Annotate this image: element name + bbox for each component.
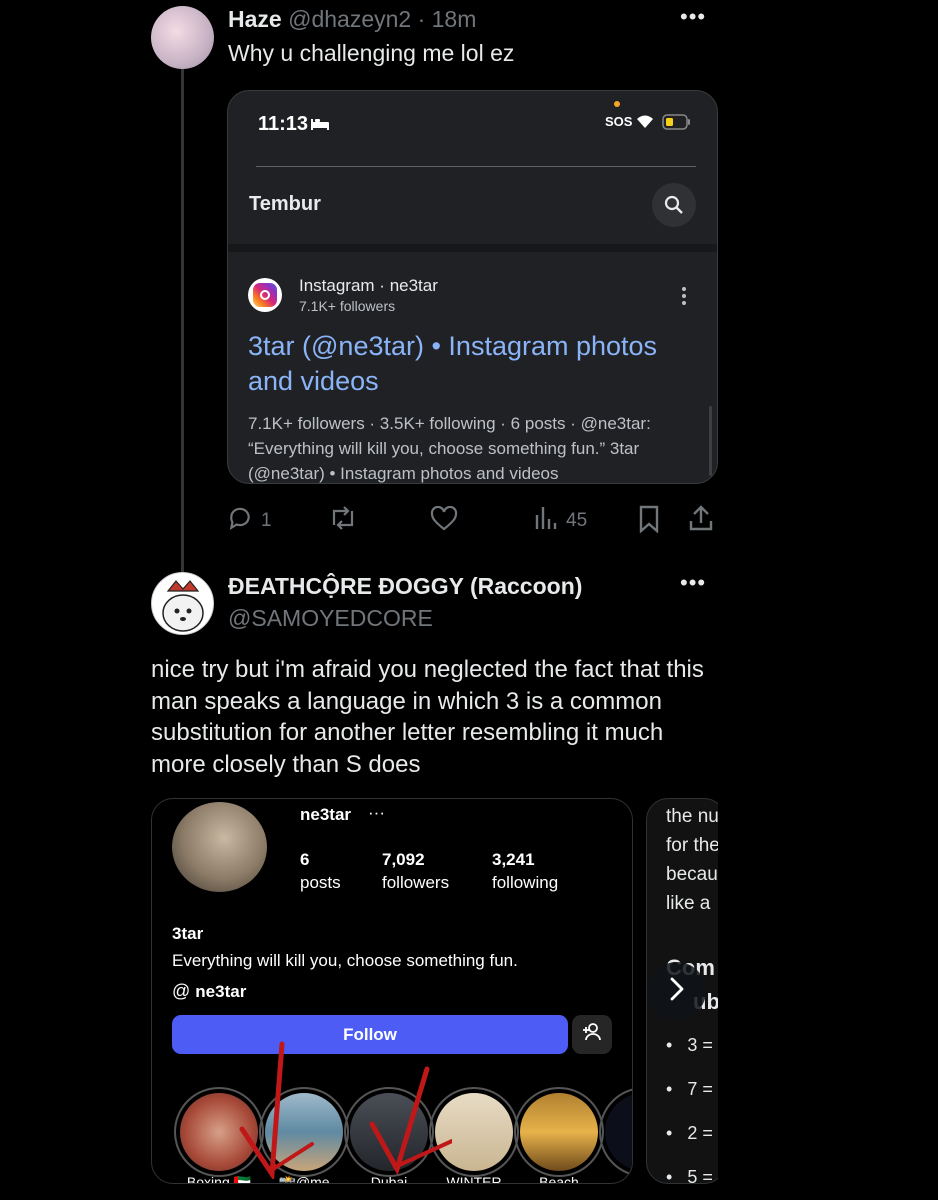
profile-more-icon[interactable]: ··· <box>368 803 385 823</box>
tweet-text: Why u challenging me lol ez <box>228 40 515 66</box>
side-text-line: like a <box>666 893 711 914</box>
posts-count: 6 <box>300 850 310 869</box>
side-bullet: • 2 = <box>666 1123 713 1143</box>
profile-username: ne3tar <box>300 805 352 824</box>
views-button[interactable]: 45 <box>534 505 587 536</box>
status-time: 11:13 <box>258 113 309 135</box>
retweet-icon <box>328 506 358 535</box>
instagram-profile-image[interactable]: ne3tar ··· 6 posts 7,092 followers 3,241… <box>151 798 633 1184</box>
following-count: 3,241 <box>492 850 535 869</box>
profile-picture <box>172 802 267 892</box>
threads-handle: ne3tar <box>195 981 247 1001</box>
posts-label: posts <box>300 873 341 892</box>
followers-count: 7,092 <box>382 850 425 869</box>
tweet-time[interactable]: · 18m <box>418 6 477 32</box>
display-name: 3tar <box>172 924 204 943</box>
heart-icon <box>430 505 458 535</box>
more-options-icon[interactable]: ••• <box>680 4 706 30</box>
threads-icon: @ <box>172 981 191 1001</box>
threads-link[interactable]: @ ne3tar <box>172 981 246 1002</box>
share-button[interactable] <box>688 504 714 537</box>
result-followers: 7.1K+ followers <box>299 298 396 314</box>
author-handle[interactable]: @dhazeyn2 <box>288 6 411 32</box>
author-handle[interactable]: @SAMOYEDCORE <box>228 605 433 632</box>
section-divider <box>228 244 717 252</box>
side-bullet: • 3 = <box>666 1035 713 1055</box>
search-query: Tembur <box>249 193 321 215</box>
author-name[interactable]: Haze <box>228 6 282 32</box>
side-text-line: the nu <box>666 806 719 827</box>
battery-icon <box>662 114 692 135</box>
bed-icon <box>310 117 330 136</box>
add-user-button[interactable] <box>572 1015 612 1054</box>
chevron-right-icon <box>669 977 685 1006</box>
followers-label: followers <box>382 873 450 892</box>
side-text-line: for the <box>666 835 720 856</box>
instagram-icon <box>248 278 282 312</box>
views-icon <box>534 505 558 536</box>
add-user-icon <box>582 1023 602 1046</box>
result-snippet: 7.1K+ followers · 3.5K+ following · 6 po… <box>248 414 651 483</box>
side-bullet: • 7 = <box>666 1079 713 1099</box>
side-bullet: • 5 = <box>666 1167 713 1184</box>
carousel-next-button[interactable] <box>648 962 706 1020</box>
screenshot-image[interactable]: 11:13 SOS Tembur Instagram · ne3tar 7.1K… <box>227 90 718 484</box>
right-edge <box>718 0 938 1200</box>
red-check-annotations <box>239 1041 452 1179</box>
like-button[interactable] <box>430 505 458 536</box>
side-text-line: becau <box>666 864 718 885</box>
result-menu-icon[interactable] <box>682 287 686 305</box>
retweet-button[interactable] <box>328 505 358 536</box>
avatar-haze[interactable] <box>151 6 214 69</box>
scrollbar[interactable] <box>709 406 712 476</box>
tweet-text: nice try but i'm afraid you neglected th… <box>151 656 704 778</box>
highlight-more[interactable] <box>599 1087 632 1177</box>
divider <box>256 166 696 167</box>
avatar-samoyedcore[interactable] <box>151 572 214 635</box>
highlight-ring <box>599 1087 632 1177</box>
reply-icon <box>227 505 253 536</box>
tweet1-header: Haze @dhazeyn2 · 18m <box>228 6 476 33</box>
search-icon <box>652 183 696 227</box>
highlight-ring <box>514 1087 604 1177</box>
more-options-icon[interactable]: ••• <box>680 570 706 596</box>
reply-count: 1 <box>261 509 272 531</box>
author-name[interactable]: ĐEATHCỘRE ĐOGGY (Raccoon) <box>228 573 582 600</box>
result-source: Instagram · ne3tar <box>299 276 438 295</box>
following-label: following <box>492 873 559 892</box>
bookmark-icon <box>638 505 660 537</box>
highlight-label: Beach <box>539 1174 579 1184</box>
highlight-beach[interactable] <box>514 1087 604 1177</box>
share-icon <box>688 505 714 536</box>
wifi-icon <box>634 112 656 135</box>
views-count: 45 <box>566 509 588 531</box>
reply-button[interactable]: 1 <box>227 505 272 536</box>
thread-line <box>181 68 184 573</box>
result-title[interactable]: 3tar (@ne3tar) • Instagram photos and vi… <box>248 329 688 399</box>
bookmark-button[interactable] <box>638 505 660 538</box>
orange-dot-icon <box>614 101 620 107</box>
bio: Everything will kill you, choose somethi… <box>172 951 518 970</box>
sos-label: SOS <box>605 114 633 129</box>
